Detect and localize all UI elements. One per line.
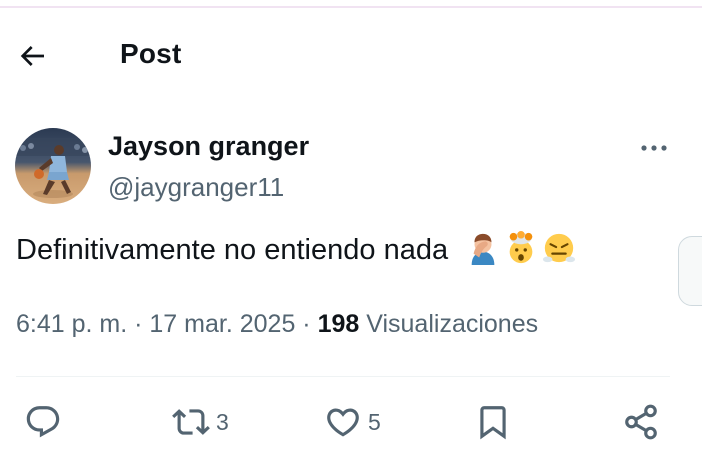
basketball-player-avatar-image [15,128,91,204]
divider [16,376,670,377]
views-count: 198 [317,310,360,338]
retweet-icon [172,409,210,435]
like-count: 5 [368,408,381,435]
top-window-border [0,0,702,8]
meta-separator: · [302,310,311,338]
facepalm-man-icon [471,234,495,266]
action-bar: 3 5 [0,398,702,446]
more-options-button[interactable] [636,134,672,162]
reply-button[interactable] [24,398,68,446]
bookmark-button[interactable] [474,398,512,446]
tweet-text-content: Definitivamente no entiendo nada [16,234,449,266]
retweet-count: 3 [216,408,229,435]
page-title: Post [120,38,182,69]
tweet-time[interactable]: 6:41 p. m. [16,310,127,338]
author-handle[interactable]: @jaygranger11 [108,172,284,203]
reply-icon [26,406,60,438]
tweet-text: Definitivamente no entiendo nada [16,231,576,268]
avatar[interactable] [15,128,91,204]
side-panel-handle[interactable] [678,236,702,306]
views-label: Visualizaciones [366,310,539,338]
bookmark-icon [480,406,506,440]
meta-separator: · [134,310,143,338]
back-button[interactable] [14,38,50,74]
header: Post [0,22,702,86]
tweet-meta: 6:41 p. m. · 17 mar. 2025 · 198 Visualiz… [16,310,538,339]
share-icon [625,404,657,440]
triumph-face-icon [543,234,576,263]
more-horizontal-icon [641,145,667,151]
like-button[interactable]: 5 [324,398,381,446]
arrow-left-icon [20,46,44,66]
share-button[interactable] [622,398,660,446]
tweet-date[interactable]: 17 mar. 2025 [149,310,295,338]
exploding-head-icon [509,231,533,264]
retweet-button[interactable]: 3 [172,398,229,446]
heart-icon [327,408,359,437]
tweet-emojis [466,231,576,266]
author-display-name[interactable]: Jayson granger [108,131,309,162]
